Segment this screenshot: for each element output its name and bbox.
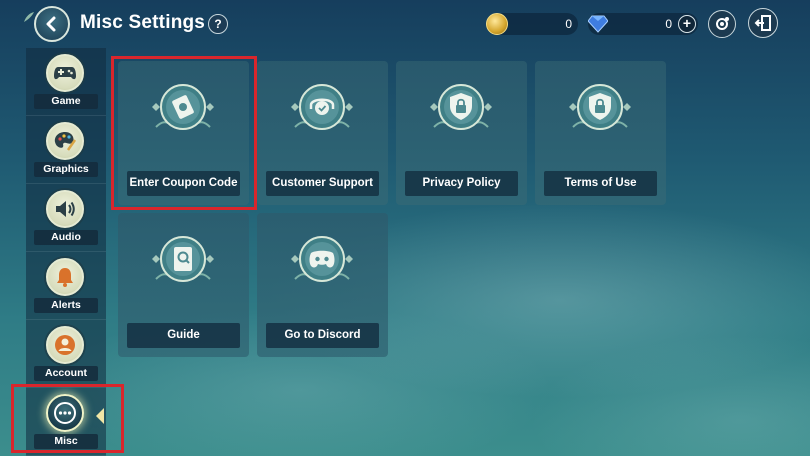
gear-icon — [716, 17, 729, 30]
coupon-ticket-icon — [152, 84, 214, 130]
gem-icon — [588, 15, 608, 33]
sidebar-icon-circle — [46, 190, 84, 228]
more-dots-icon — [54, 402, 76, 424]
sidebar-item-misc[interactable]: Misc — [26, 388, 106, 456]
sidebar-icon-circle — [46, 54, 84, 92]
speaker-icon — [56, 201, 75, 217]
sidebar-item-account[interactable]: Account — [26, 320, 106, 388]
exit-button[interactable] — [748, 8, 778, 38]
card-label: Enter Coupon Code — [127, 171, 240, 196]
back-button[interactable] — [34, 6, 70, 42]
gem-amount: 0 — [665, 17, 672, 31]
coupon-code-card[interactable]: Enter Coupon Code — [118, 61, 249, 205]
sidebar-item-label: Misc — [34, 434, 98, 449]
sidebar-icon-circle — [46, 258, 84, 296]
coin-icon — [486, 13, 508, 35]
card-label: Customer Support — [266, 171, 379, 196]
card-label: Go to Discord — [266, 323, 379, 348]
coin-amount: 0 — [565, 17, 572, 31]
sidebar-item-label: Audio — [34, 230, 98, 245]
add-gems-button[interactable]: + — [678, 15, 696, 33]
card-label: Guide — [127, 323, 240, 348]
sidebar-icon-circle — [46, 122, 84, 160]
guide-card[interactable]: Guide — [118, 213, 249, 357]
bell-icon — [57, 268, 73, 287]
palette-icon — [54, 132, 77, 151]
card-label: Privacy Policy — [405, 171, 518, 196]
lock-shield-icon — [569, 84, 631, 130]
sidebar-item-game[interactable]: Game — [26, 48, 106, 116]
headset-chat-icon — [291, 84, 353, 130]
top-bar: Misc Settings ? 0 0 + — [0, 0, 810, 48]
gamepad-icon — [54, 67, 76, 80]
page-title: Misc Settings — [80, 12, 206, 33]
sidebar: Game Graphics Audio Alerts Account Misc — [26, 48, 106, 456]
sidebar-item-alerts[interactable]: Alerts — [26, 252, 106, 320]
sidebar-icon-circle — [46, 394, 84, 432]
coin-counter: 0 — [486, 13, 578, 35]
user-icon — [55, 335, 75, 355]
help-button[interactable]: ? — [208, 14, 228, 34]
sidebar-item-label: Graphics — [34, 162, 98, 177]
exit-door-icon — [754, 15, 771, 31]
sidebar-item-label: Game — [34, 94, 98, 109]
settings-button[interactable] — [708, 10, 736, 38]
guide-book-icon — [152, 236, 214, 282]
gem-counter: 0 + — [588, 13, 698, 35]
terms-of-use-card[interactable]: Terms of Use — [535, 61, 666, 205]
sidebar-item-label: Alerts — [34, 298, 98, 313]
back-arrow-icon — [46, 16, 56, 32]
sidebar-item-graphics[interactable]: Graphics — [26, 116, 106, 184]
customer-support-card[interactable]: Customer Support — [257, 61, 388, 205]
discord-icon — [291, 236, 353, 282]
lock-shield-icon — [430, 84, 492, 130]
sidebar-item-audio[interactable]: Audio — [26, 184, 106, 252]
active-indicator-arrow — [96, 408, 104, 424]
discord-card[interactable]: Go to Discord — [257, 213, 388, 357]
privacy-policy-card[interactable]: Privacy Policy — [396, 61, 527, 205]
sidebar-icon-circle — [46, 326, 84, 364]
card-label: Terms of Use — [544, 171, 657, 196]
sidebar-item-label: Account — [34, 366, 98, 381]
